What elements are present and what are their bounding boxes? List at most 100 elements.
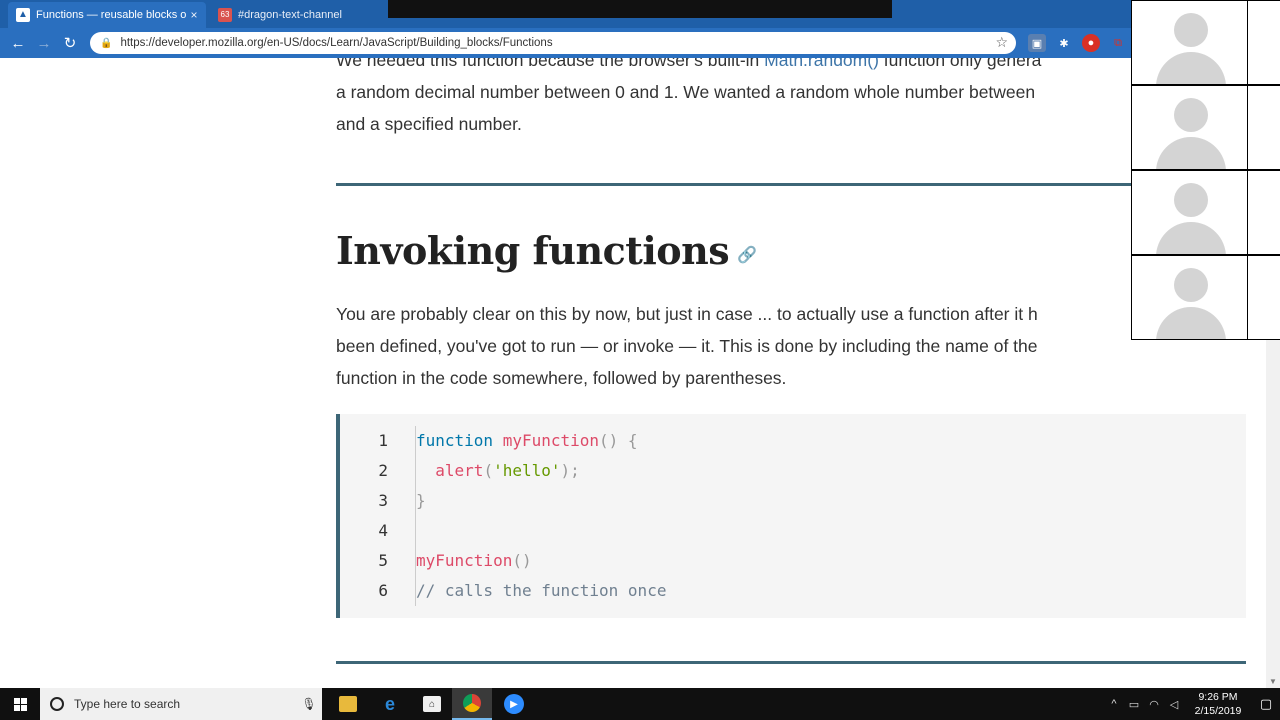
code-line: 2 alert('hello'); bbox=[340, 456, 1240, 486]
store-bag-icon: ⌂ bbox=[423, 696, 441, 712]
section-heading: Invoking functions 🔗 bbox=[336, 228, 757, 273]
code-example: 1 function myFunction() { 2 alert('hello… bbox=[336, 414, 1246, 618]
microphone-icon[interactable]: 🎙 bbox=[296, 697, 322, 711]
punctuation: () bbox=[512, 551, 532, 570]
code-comment: // calls the function once bbox=[416, 581, 667, 600]
avatar-icon bbox=[1174, 98, 1208, 132]
file-explorer-button[interactable] bbox=[328, 688, 368, 720]
punctuation: ( bbox=[483, 461, 494, 480]
intro-line-3: and a specified number. bbox=[336, 114, 522, 134]
line-number: 5 bbox=[378, 551, 388, 570]
browser-tab-bar: ▲ Functions — reusable blocks of c × 63 … bbox=[0, 0, 1280, 28]
close-tab-icon[interactable]: × bbox=[186, 8, 202, 22]
line-number: 4 bbox=[378, 521, 388, 540]
folder-icon bbox=[339, 696, 357, 712]
pdf-icon[interactable]: ⧉ bbox=[1109, 34, 1127, 52]
intro-text: function only genera bbox=[878, 58, 1042, 70]
avatar-icon bbox=[1156, 52, 1226, 84]
avatar-icon bbox=[1156, 307, 1226, 339]
zoom-button[interactable]: ▶ bbox=[494, 688, 534, 720]
extension-puzzle-icon[interactable]: ✱ bbox=[1055, 34, 1073, 52]
function-name: alert bbox=[435, 461, 484, 480]
address-bar[interactable]: 🔒 https://developer.mozilla.org/en-US/do… bbox=[90, 32, 1016, 54]
mdn-favicon-icon: ▲ bbox=[16, 8, 30, 22]
code-line: 5 myFunction() bbox=[340, 546, 1240, 576]
discord-favicon-icon: 63 bbox=[218, 8, 232, 22]
clock[interactable]: 9:26 PM 2/15/2019 bbox=[1190, 690, 1246, 718]
intro-text: We needed this function because the brow… bbox=[336, 58, 765, 70]
avatar-icon bbox=[1174, 183, 1208, 217]
extension-icon[interactable]: ▣ bbox=[1028, 34, 1046, 52]
video-tile-edge bbox=[1248, 86, 1280, 169]
function-name: myFunction bbox=[416, 551, 513, 570]
chevron-up-icon[interactable]: ^ bbox=[1104, 698, 1124, 710]
tab-functions[interactable]: ▲ Functions — reusable blocks of c × bbox=[8, 2, 206, 28]
code-line: 6 // calls the function once bbox=[340, 576, 1240, 606]
notifications-icon[interactable]: ▢ bbox=[1252, 696, 1280, 712]
line-number: 1 bbox=[378, 431, 388, 450]
section-divider bbox=[336, 661, 1246, 664]
page-scrollbar[interactable]: ▼ bbox=[1266, 340, 1280, 688]
body-line-1: You are probably clear on this by now, b… bbox=[336, 304, 1038, 324]
browser-toolbar: ← → ↻ 🔒 https://developer.mozilla.org/en… bbox=[0, 28, 1131, 58]
section-divider bbox=[336, 183, 1131, 186]
punctuation: () { bbox=[599, 431, 638, 450]
lock-icon: 🔒 bbox=[100, 37, 113, 49]
participant-video[interactable] bbox=[1132, 1, 1247, 84]
extension-icons: ▣ ✱ ● ⧉ bbox=[1028, 34, 1127, 52]
battery-icon[interactable]: ▭ bbox=[1124, 698, 1144, 711]
url-text: https://developer.mozilla.org/en-US/docs… bbox=[120, 37, 553, 49]
tab-title: #dragon-text-channel bbox=[238, 9, 342, 21]
video-tile-edge bbox=[1248, 171, 1280, 254]
heading-text: Invoking functions bbox=[336, 228, 730, 273]
video-tile-edge bbox=[1248, 1, 1280, 84]
keyword: function bbox=[416, 431, 494, 450]
link-anchor-icon[interactable]: 🔗 bbox=[737, 245, 757, 264]
cortana-icon bbox=[50, 697, 64, 711]
math-random-link[interactable]: Math.random() bbox=[764, 58, 879, 70]
screen-share-bar bbox=[388, 0, 892, 18]
taskbar-search[interactable]: Type here to search 🎙 bbox=[40, 688, 322, 720]
punctuation: ); bbox=[560, 461, 580, 480]
tab-dragon-text-channel[interactable]: 63 #dragon-text-channel bbox=[210, 2, 380, 28]
windows-logo-icon bbox=[13, 697, 27, 711]
tab-title: Functions — reusable blocks of c bbox=[36, 9, 186, 21]
chrome-icon bbox=[463, 694, 481, 712]
string-literal: 'hello' bbox=[493, 461, 561, 480]
function-name: myFunction bbox=[502, 431, 600, 450]
edge-button[interactable]: e bbox=[370, 688, 410, 720]
reload-button[interactable]: ↻ bbox=[57, 30, 83, 56]
clock-time: 9:26 PM bbox=[1198, 691, 1238, 703]
code-line: 1 function myFunction() { bbox=[340, 426, 1240, 456]
body-line-3: function in the code somewhere, followed… bbox=[336, 368, 787, 388]
bookmark-star-icon[interactable]: ☆ bbox=[995, 34, 1008, 51]
store-button[interactable]: ⌂ bbox=[412, 688, 452, 720]
punctuation: } bbox=[416, 491, 426, 510]
participant-video[interactable] bbox=[1132, 256, 1247, 339]
scroll-down-icon[interactable]: ▼ bbox=[1269, 677, 1277, 686]
system-tray: ^ ▭ ◠ ◁ 9:26 PM 2/15/2019 ▢ bbox=[1104, 688, 1280, 720]
network-icon[interactable]: ◠ bbox=[1144, 698, 1164, 711]
start-button[interactable] bbox=[0, 688, 40, 720]
adblock-icon[interactable]: ● bbox=[1082, 34, 1100, 52]
search-placeholder: Type here to search bbox=[74, 697, 181, 711]
avatar-icon bbox=[1174, 13, 1208, 47]
code-line: 4 bbox=[340, 516, 1240, 546]
line-number: 6 bbox=[378, 581, 388, 600]
volume-icon[interactable]: ◁ bbox=[1164, 698, 1184, 711]
line-number: 3 bbox=[378, 491, 388, 510]
body-line-2: been defined, you've got to run — or inv… bbox=[336, 336, 1038, 356]
chrome-button[interactable] bbox=[452, 688, 492, 720]
back-button[interactable]: ← bbox=[5, 30, 31, 56]
participant-video[interactable] bbox=[1132, 171, 1247, 254]
intro-line-2: a random decimal number between 0 and 1.… bbox=[336, 82, 1036, 102]
code-line: 3 } bbox=[340, 486, 1240, 516]
clock-date: 2/15/2019 bbox=[1194, 705, 1242, 717]
participant-video[interactable] bbox=[1132, 86, 1247, 169]
intro-line-1: We needed this function because the brow… bbox=[336, 58, 1041, 76]
avatar-icon bbox=[1156, 222, 1226, 254]
edge-icon: e bbox=[384, 693, 395, 714]
page-content: We needed this function because the brow… bbox=[0, 58, 1280, 688]
forward-button[interactable]: → bbox=[31, 30, 57, 56]
avatar-icon bbox=[1156, 137, 1226, 169]
